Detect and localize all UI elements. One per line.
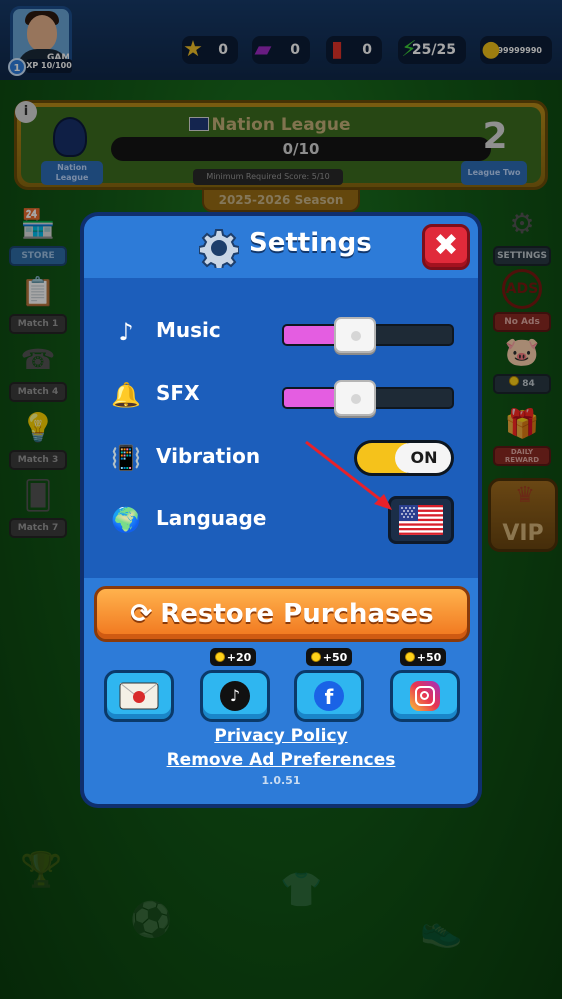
- sfx-label: SFX: [156, 381, 200, 405]
- restore-purchases-button[interactable]: ⟳ Restore Purchases: [94, 586, 470, 642]
- coin-icon: [310, 652, 321, 662]
- sfx-slider[interactable]: [282, 380, 454, 416]
- language-label: Language: [156, 506, 267, 530]
- music-slider-handle[interactable]: [334, 317, 376, 353]
- modal-header: Settings ✖: [84, 216, 478, 278]
- version-label: 1.0.51: [261, 774, 301, 787]
- privacy-policy-link[interactable]: Privacy Policy: [84, 726, 478, 746]
- music-slider[interactable]: [282, 317, 454, 353]
- japan-link-button[interactable]: [104, 670, 174, 722]
- tiktok-icon: ♪: [220, 681, 250, 711]
- settings-modal: Settings ✖ ♪ Music 🔔 SFX 📳 Vibration ON …: [80, 212, 482, 808]
- vibration-icon: 📳: [111, 444, 141, 472]
- remove-ad-preferences-link[interactable]: Remove Ad Preferences: [84, 750, 478, 770]
- bell-icon: 🔔: [111, 381, 141, 409]
- instagram-button[interactable]: [390, 670, 460, 722]
- red-arrow-annotation: [305, 440, 392, 510]
- vibration-label: Vibration: [156, 444, 261, 468]
- tiktok-reward: +20: [210, 648, 256, 666]
- music-label: Music: [156, 318, 221, 342]
- facebook-reward: +50: [306, 648, 352, 666]
- globe-icon: 🌍: [111, 506, 141, 534]
- coin-icon: [214, 652, 225, 662]
- gear-icon: [199, 229, 239, 268]
- language-row: 🌍 Language: [84, 494, 478, 544]
- music-row: ♪ Music: [84, 306, 478, 356]
- vibration-toggle-state: ON: [395, 443, 451, 473]
- instagram-icon: [410, 681, 440, 711]
- tiktok-button[interactable]: ♪: [200, 670, 270, 722]
- us-flag-icon: [399, 505, 443, 535]
- instagram-reward: +50: [400, 648, 446, 666]
- refresh-icon: ⟳: [130, 599, 153, 629]
- close-button[interactable]: ✖: [422, 224, 470, 270]
- facebook-button[interactable]: f: [294, 670, 364, 722]
- coin-icon: [404, 652, 415, 662]
- sfx-row: 🔔 SFX: [84, 369, 478, 419]
- modal-title: Settings: [249, 228, 372, 258]
- facebook-icon: f: [314, 681, 344, 711]
- japan-envelope-icon: [119, 682, 159, 710]
- music-note-icon: ♪: [118, 318, 134, 346]
- sfx-slider-handle[interactable]: [334, 380, 376, 416]
- vibration-row: 📳 Vibration ON: [84, 432, 478, 482]
